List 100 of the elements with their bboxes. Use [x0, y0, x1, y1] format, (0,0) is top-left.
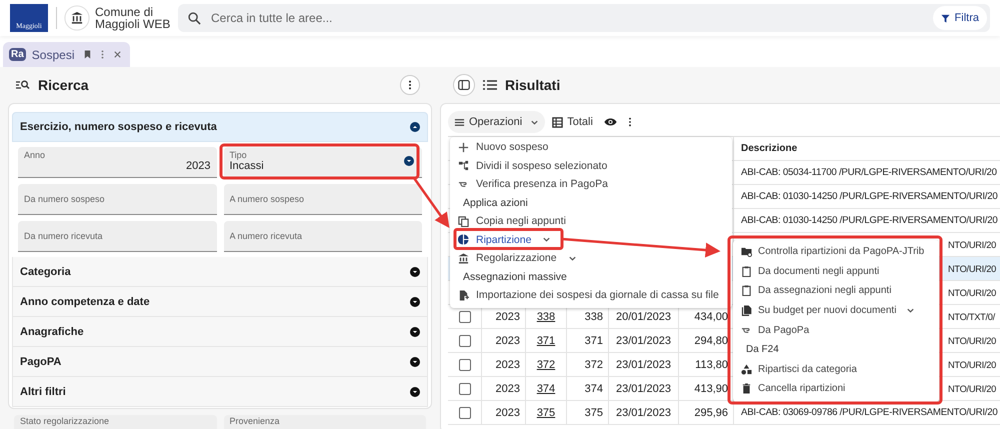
number-link[interactable]: 372 — [536, 358, 556, 370]
field-label: Provenienza — [230, 416, 281, 426]
table-cell: NTO/URI/20 — [948, 384, 996, 394]
more-button[interactable] — [400, 75, 420, 95]
accordion-header[interactable]: Categoria — [12, 257, 428, 287]
search-field[interactable]: Cerca in tutte le aree... Filtra — [178, 4, 990, 32]
split-icon — [458, 160, 469, 172]
accordion-header[interactable]: Esercizio, numero sospeso e ricevuta — [12, 112, 428, 142]
tab[interactable]: Ra Sospesi — [3, 42, 130, 67]
expand-icon[interactable] — [410, 296, 420, 306]
expand-icon[interactable] — [410, 386, 420, 396]
input-field[interactable]: Da numero ricevuta — [18, 221, 216, 252]
input-field[interactable]: A numero sospeso — [224, 184, 422, 215]
menu-item[interactable]: Importazione dei sospesi da giornale di cassa su file — [450, 286, 732, 304]
accordion-header[interactable]: Anno competenza e date — [12, 287, 428, 317]
shapes-icon — [741, 364, 752, 375]
town-hall-icon — [64, 5, 90, 31]
field-label: Stato regolarizzazione — [20, 416, 110, 426]
table-cell: NTO/URI/20 — [948, 288, 996, 298]
column-header[interactable]: Descrizione — [733, 137, 1000, 160]
collapse-icon[interactable] — [410, 122, 420, 132]
row-checkbox[interactable] — [458, 310, 470, 322]
row-checkbox[interactable] — [458, 358, 470, 370]
select-field[interactable]: Stato regolarizzazione — [14, 415, 216, 429]
menu-item[interactable]: Assegnazioni massive — [450, 268, 732, 286]
file-import-icon — [458, 290, 469, 301]
field-value: Incassi — [230, 160, 265, 173]
eye-icon[interactable] — [604, 117, 617, 127]
table-cell: 371 — [566, 329, 608, 352]
field-label: Anno — [24, 150, 46, 160]
menu-item[interactable]: Dividi il sospeso selezionato — [450, 156, 732, 175]
table-cell: 23/01/2023 — [608, 377, 678, 400]
table-cell: NTO/URI/20 — [948, 264, 996, 274]
menu-item[interactable]: Nuovo sospeso — [450, 138, 732, 156]
menu-item[interactable]: Applica azioni — [450, 194, 732, 212]
table-cell: 23/01/2023 — [608, 329, 678, 352]
input-field[interactable]: A numero ricevuta — [224, 221, 422, 252]
select-field[interactable]: Provenienza — [224, 415, 426, 429]
table-cell: 23/01/2023 — [608, 353, 678, 376]
menu-item[interactable]: Copia negli appunti — [450, 212, 732, 230]
table-cell: 374 — [566, 377, 608, 400]
accordion-header[interactable]: Anagrafiche — [12, 317, 428, 347]
menu-item[interactable]: Verifica presenza in PagoPa — [450, 175, 732, 194]
table-cell: 375 — [566, 401, 608, 424]
table-cell: 2023 — [481, 329, 525, 352]
select-field[interactable]: Tipo Incassi — [224, 147, 422, 178]
table-cell: ABI-CAB: 05034-11700 /PUR/LGPE-RIVERSAMENTO/URI/20 — [741, 167, 997, 178]
input-field[interactable]: Da numero sospeso — [18, 184, 216, 215]
search-icon — [188, 12, 201, 24]
menu-item[interactable]: Regolarizzazione — [450, 249, 732, 268]
close-icon[interactable] — [112, 50, 122, 59]
input-field[interactable]: Anno 2023 — [18, 147, 216, 178]
table-cell: ABI-CAB: 01030-14250 /PUR/LGPE-RIVERSAMENTO/URI/20 — [741, 215, 998, 226]
filter-icon — [940, 14, 950, 22]
field-label: Tipo — [230, 150, 248, 160]
number-link[interactable]: 374 — [536, 382, 556, 394]
copy-icon — [458, 216, 469, 227]
annotation-arrow — [412, 177, 450, 228]
accordion-header[interactable]: Altri filtri — [12, 377, 428, 407]
sidebar-toggle-button[interactable] — [453, 74, 475, 96]
row-checkbox[interactable] — [458, 382, 470, 394]
table-cell: 23/01/2023 — [608, 401, 678, 424]
number-link[interactable]: 375 — [536, 406, 556, 418]
menu-item[interactable]: Da assegnazioni negli appunti — [733, 281, 939, 301]
trash-icon — [741, 383, 752, 394]
table-cell: 2023 — [481, 401, 525, 424]
table-cell: NTO/URI/20 — [948, 240, 996, 250]
filter-button[interactable]: Filtra — [932, 6, 987, 30]
panel-title: Risultati — [505, 77, 562, 93]
table-cell: 372 — [566, 353, 608, 376]
clipboard-icon — [741, 266, 752, 277]
more-icon[interactable] — [628, 117, 632, 127]
menu-item[interactable]: Da documenti negli appunti — [733, 262, 939, 282]
accordion-header[interactable]: PagoPA — [12, 347, 428, 377]
table-cell: NTO/TXT/0/ — [948, 312, 995, 322]
expand-icon[interactable] — [404, 156, 414, 166]
row-checkbox[interactable] — [458, 334, 470, 346]
bookmark-icon[interactable] — [82, 50, 92, 59]
number-link[interactable]: 371 — [536, 334, 556, 346]
panel-title: Ricerca — [38, 77, 90, 93]
row-checkbox[interactable] — [458, 406, 470, 418]
bank-icon — [458, 252, 469, 264]
menu-item[interactable]: Controlla ripartizioni da PagoPA-JTrib — [733, 242, 939, 262]
expand-icon[interactable] — [410, 266, 420, 276]
number-link[interactable]: 338 — [536, 310, 556, 322]
plus-icon — [458, 142, 469, 153]
table-cell: NTO/URI/20 — [948, 336, 996, 346]
expand-icon[interactable] — [410, 326, 420, 336]
menu-item[interactable]: Ripartizione — [450, 230, 732, 249]
operations-button[interactable]: Operazioni — [448, 111, 546, 133]
expand-icon[interactable] — [410, 356, 420, 366]
menu-item[interactable]: Ripartisci da categoria — [733, 360, 939, 380]
table-cell: 2023 — [481, 377, 525, 400]
list-icon — [483, 80, 497, 90]
clipboard-icon — [741, 285, 752, 296]
pie-chart-icon — [458, 234, 469, 246]
table-cell: ABI-CAB: 01030-14250 /PUR/LGPE-RIVERSAMENTO/URI/20 — [741, 191, 998, 202]
table-cell: 295,96 — [678, 401, 733, 424]
menu-item[interactable]: Cancella ripartizioni — [733, 379, 939, 399]
tab-label: Sospesi — [32, 48, 74, 62]
